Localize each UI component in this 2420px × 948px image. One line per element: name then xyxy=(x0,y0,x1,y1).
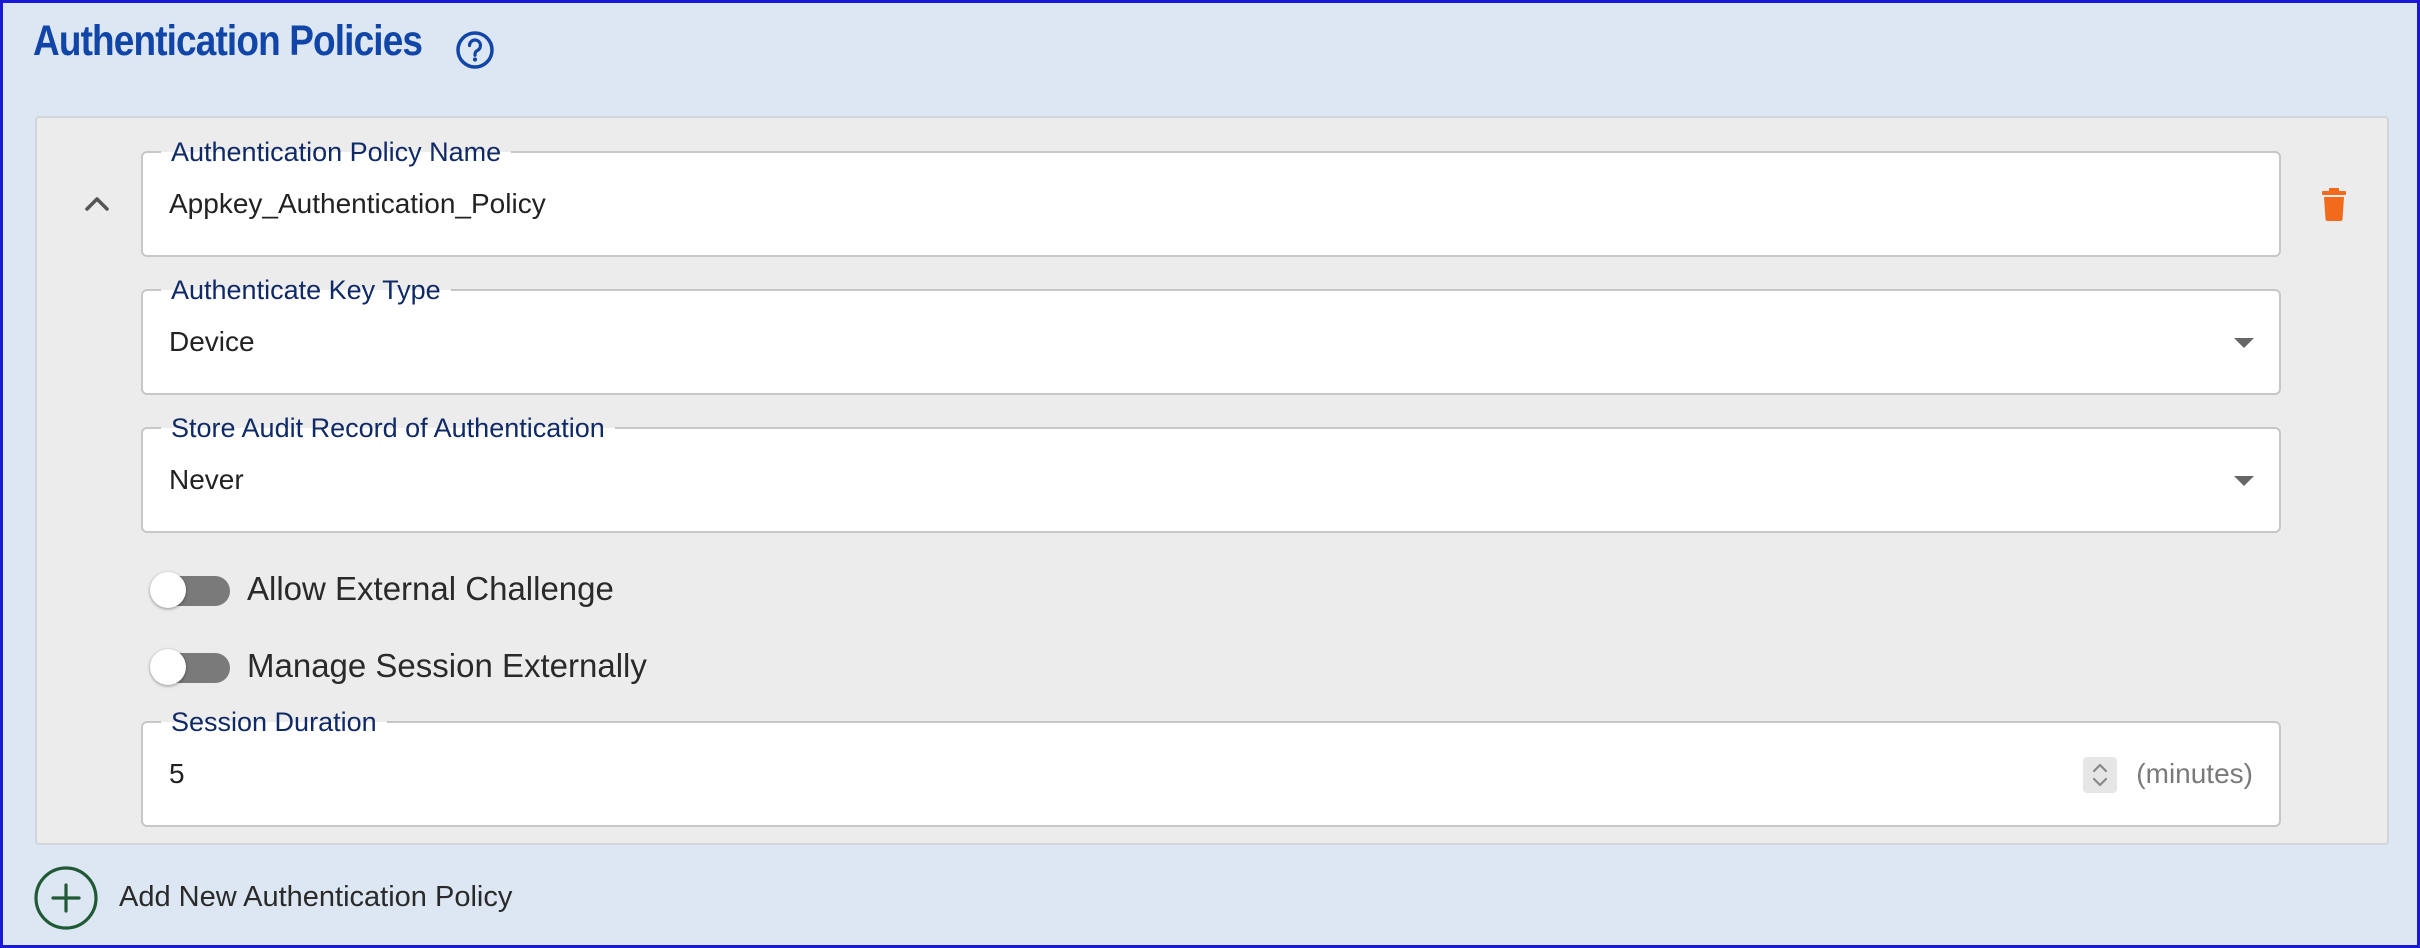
allow-external-challenge-label: Allow External Challenge xyxy=(247,570,614,607)
add-new-policy-button[interactable]: Add New Authentication Policy xyxy=(119,881,512,914)
audit-record-value[interactable]: Never xyxy=(169,429,244,531)
section-title: Authentication Policies xyxy=(33,17,423,65)
session-duration-units: (minutes) xyxy=(2136,758,2253,789)
allow-external-challenge-toggle[interactable] xyxy=(150,571,232,609)
session-duration-value[interactable]: 5 xyxy=(169,723,185,825)
number-stepper-icon[interactable] xyxy=(2083,757,2117,793)
audit-record-select[interactable]: Store Audit Record of Authentication Nev… xyxy=(141,411,2281,533)
plus-circle-icon[interactable] xyxy=(33,865,99,931)
caret-down-icon[interactable] xyxy=(2233,337,2255,349)
policy-name-field[interactable]: Authentication Policy Name Appkey_Authen… xyxy=(141,135,2281,257)
authentication-policies-section: Authentication Policies Authentication P… xyxy=(0,0,2420,948)
toggle-knob xyxy=(150,649,186,685)
manage-session-externally-toggle[interactable] xyxy=(150,648,232,686)
session-duration-field[interactable]: Session Duration 5 (minutes) xyxy=(141,705,2281,827)
manage-session-externally-label: Manage Session Externally xyxy=(247,647,647,684)
policy-name-value[interactable]: Appkey_Authentication_Policy xyxy=(169,153,546,255)
trash-icon[interactable] xyxy=(2319,186,2349,222)
help-circle-icon[interactable] xyxy=(454,29,496,71)
key-type-select[interactable]: Authenticate Key Type Device xyxy=(141,273,2281,395)
caret-down-icon[interactable] xyxy=(2233,475,2255,487)
session-duration-label: Session Duration xyxy=(161,705,387,739)
chevron-up-icon[interactable] xyxy=(79,188,115,218)
toggle-knob xyxy=(150,572,186,608)
key-type-value[interactable]: Device xyxy=(169,291,255,393)
